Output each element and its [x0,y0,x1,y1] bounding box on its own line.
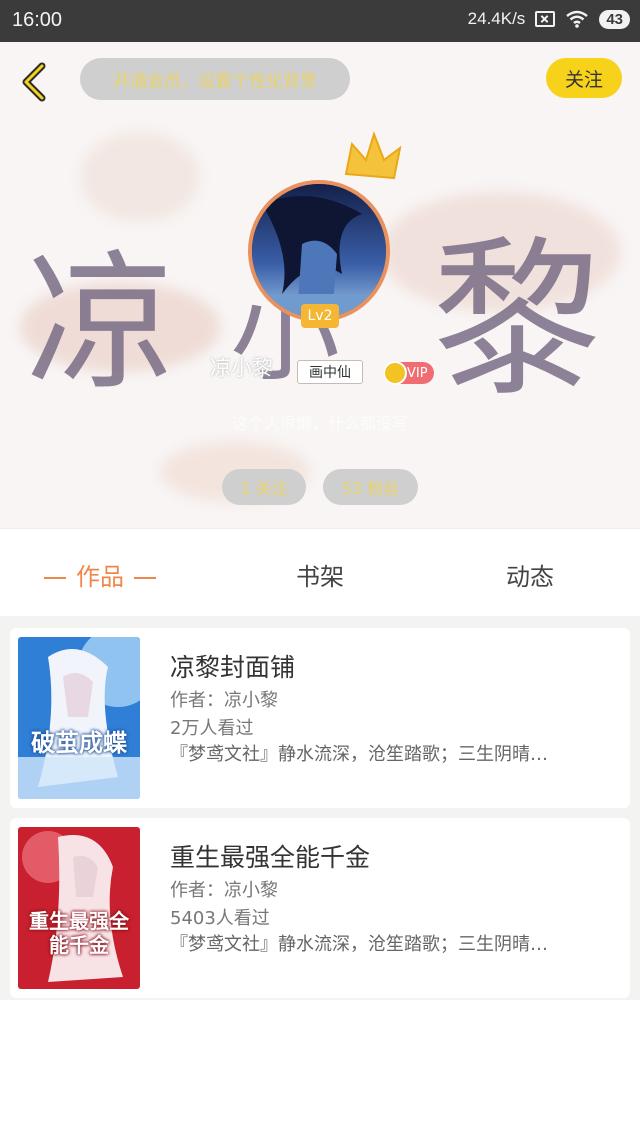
tab-label: 书架 [296,563,344,591]
avatar-image [252,184,386,318]
book-title[interactable]: 重生最强全能千金 [170,838,370,874]
back-chevron-icon[interactable] [14,60,58,104]
sim-card-icon [535,11,556,27]
follow-button[interactable]: 关注 [546,58,622,98]
book-cover-art [18,637,140,799]
network-speed: 24.4K/s [467,9,526,28]
book-author: 作者：凉小黎 [170,690,278,711]
tab-works[interactable]: 作品 [44,557,156,592]
book-cover[interactable]: 重生最强全能千金 [18,827,140,989]
tab-activity[interactable]: 动态 [506,557,554,592]
status-bar: 16:00 24.4K/s 43 [0,0,640,42]
tab-indicator-left [44,577,66,579]
level-badge: Lv2 [301,304,339,328]
username: 凉小黎 [210,356,273,380]
following-count[interactable]: 1 关注 [222,469,306,505]
book-cover[interactable]: 破茧成蝶 [18,637,140,799]
profile-tabs: 作品 书架 动态 [0,528,640,616]
vip-badge[interactable]: VIP [383,361,434,385]
book-cover-art [18,827,140,989]
profile-banner: 凉 小 黎 开通会员，设置个性化背景 关注 Lv2 凉小黎 画中仙 VIP 这个… [0,42,640,528]
vip-label: VIP [407,365,428,381]
status-time: 16:00 [12,9,63,31]
profile-bio: 这个人很懒，什么都没写 [231,414,408,433]
vip-coin-icon [383,361,407,385]
tab-indicator-right [134,577,156,579]
followers-count[interactable]: 53 粉丝 [323,469,418,505]
list-item[interactable]: 重生最强全能千金 重生最强全能千金 作者：凉小黎 5403人看过 『梦鸢文社』静… [10,818,630,998]
book-description: 『梦鸢文社』静水流深，沧笙踏歌；三生阴晴… [170,934,548,955]
tab-bookshelf[interactable]: 书架 [296,557,344,592]
works-list: 破茧成蝶 凉黎封面铺 作者：凉小黎 2万人看过 『梦鸢文社』静水流深，沧笙踏歌；… [0,616,640,1000]
book-cover-title: 破茧成蝶 [31,729,127,757]
book-author: 作者：凉小黎 [170,880,278,901]
banner-calligraphy-char: 凉 [26,237,177,411]
book-cover-title: 重生最强全能千金 [29,909,129,957]
battery-indicator: 43 [599,9,630,29]
banner-calligraphy-char: 黎 [432,222,603,420]
tab-label: 作品 [76,563,124,591]
tab-label: 动态 [506,563,554,591]
status-indicators: 24.4K/s 43 [468,9,630,29]
vip-background-prompt[interactable]: 开通会员，设置个性化背景 [80,58,350,100]
book-views: 2万人看过 [170,718,254,739]
book-views: 5403人看过 [170,908,270,929]
title-badge: 画中仙 [297,360,363,384]
book-title[interactable]: 凉黎封面铺 [170,648,295,684]
book-description: 『梦鸢文社』静水流深，沧笙踏歌；三生阴晴… [170,744,548,765]
list-item[interactable]: 破茧成蝶 凉黎封面铺 作者：凉小黎 2万人看过 『梦鸢文社』静水流深，沧笙踏歌；… [10,628,630,808]
avatar[interactable] [248,180,390,322]
wifi-icon [566,10,589,28]
